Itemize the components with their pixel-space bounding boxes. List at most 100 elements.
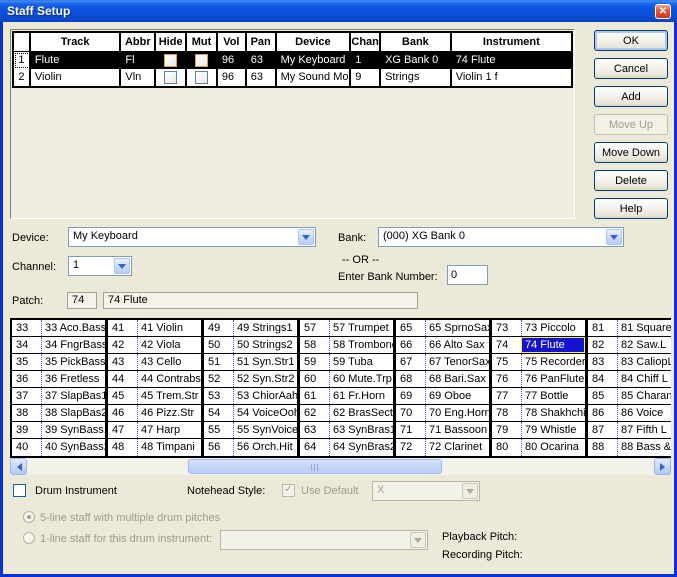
patch-name[interactable]: 41 Violin [137,320,201,336]
patch-number[interactable]: 63 [300,422,329,438]
cell-vol[interactable]: 96 [218,52,247,69]
patch-number[interactable]: 83 [588,354,617,370]
patch-item[interactable]: 4646 Pizz.Str [108,405,201,422]
bank-select[interactable]: (000) XG Bank 0 [378,227,624,247]
patch-number[interactable]: 62 [300,405,329,421]
patch-item[interactable]: 4747 Harp [108,422,201,439]
patch-name[interactable]: 42 Viola [137,337,201,353]
patch-item[interactable]: 3737 SlapBas1 [12,388,105,405]
patch-number[interactable]: 50 [204,337,233,353]
column-header-hide[interactable]: Hide [156,33,187,52]
patch-name[interactable]: 75 Recorder [521,354,585,370]
patch-item[interactable]: 6767 TenorSax [396,354,489,371]
patch-number[interactable]: 55 [204,422,233,438]
patch-item[interactable]: 6969 Oboe [396,388,489,405]
patch-name[interactable]: 52 Syn.Str2 [233,371,297,387]
patch-name[interactable]: 43 Cello [137,354,201,370]
patch-item[interactable]: 5151 Syn.Str1 [204,354,297,371]
patch-name[interactable]: 40 SynBass2 [41,439,105,456]
patch-item[interactable]: 4545 Trem.Str [108,388,201,405]
hide-checkbox-cell[interactable] [156,69,187,86]
hide-checkbox[interactable] [164,71,177,84]
patch-item[interactable]: 7979 Whistle [492,422,585,439]
patch-number[interactable]: 67 [396,354,425,370]
patch-item[interactable]: 8383 CaliopL [588,354,671,371]
patch-item[interactable]: 6060 Mute.Trp [300,371,393,388]
drum-instrument-checkbox[interactable] [13,484,26,497]
patch-item[interactable]: 5050 Strings2 [204,337,297,354]
chevron-down-icon[interactable] [114,258,130,274]
patch-name[interactable]: 84 Chiff L [617,371,671,387]
patch-name[interactable]: 33 Aco.Bass [41,320,105,336]
patch-item[interactable]: 6262 BrasSect [300,405,393,422]
patch-item[interactable]: 8282 Saw.L [588,337,671,354]
patch-number[interactable]: 86 [588,405,617,421]
patch-number[interactable]: 51 [204,354,233,370]
patch-item[interactable]: 6666 Alto Sax [396,337,489,354]
patch-name[interactable]: 48 Timpani [137,439,201,456]
scroll-right-button[interactable] [654,458,671,475]
patch-name[interactable]: 34 FngrBass [41,337,105,353]
patch-name[interactable]: 36 Fretless [41,371,105,387]
patch-number[interactable]: 52 [204,371,233,387]
patch-number[interactable]: 36 [12,371,41,387]
cell-device[interactable]: My Sound Mo [277,69,352,86]
patch-item[interactable]: 5252 Syn.Str2 [204,371,297,388]
patch-name[interactable]: 67 TenorSax [425,354,489,370]
device-select[interactable]: My Keyboard [68,227,316,247]
patch-name[interactable]: 83 CaliopL [617,354,671,370]
cell-chan[interactable]: 1 [351,52,381,69]
patch-number[interactable]: 43 [108,354,137,370]
patch-name[interactable]: 56 Orch.Hit [233,439,297,456]
column-header-bank[interactable]: Bank [381,33,452,52]
patch-name[interactable]: 76 PanFlute [521,371,585,387]
mut-checkbox-cell[interactable] [187,52,218,69]
close-button[interactable]: ✕ [655,4,671,19]
patch-number[interactable]: 78 [492,405,521,421]
patch-number[interactable]: 59 [300,354,329,370]
add-button[interactable]: Add [594,86,668,107]
patch-number[interactable]: 38 [12,405,41,421]
patch-item[interactable]: 4343 Cello [108,354,201,371]
mut-checkbox-cell[interactable] [187,69,218,86]
patch-item[interactable]: 4040 SynBass2 [12,439,105,456]
table-row[interactable]: 2ViolinVln9663My Sound Mo9StringsViolin … [14,69,571,86]
patch-item[interactable]: 3636 Fretless [12,371,105,388]
patch-number[interactable]: 74 [492,337,521,353]
patch-item[interactable]: 5959 Tuba [300,354,393,371]
patch-name[interactable]: 45 Trem.Str [137,388,201,404]
channel-select[interactable]: 1 [68,256,132,276]
patch-name[interactable]: 68 Bari.Sax [425,371,489,387]
patch-number[interactable]: 54 [204,405,233,421]
patch-number[interactable]: 49 [204,320,233,336]
patch-name[interactable]: 60 Mute.Trp [329,371,393,387]
patch-number[interactable]: 84 [588,371,617,387]
column-header-mut[interactable]: Mut [187,33,218,52]
patch-number[interactable]: 57 [300,320,329,336]
patch-number[interactable]: 45 [108,388,137,404]
patch-name-selected[interactable]: 74 Flute [521,337,585,353]
patch-name[interactable]: 58 Trombone [329,337,393,353]
patch-name[interactable]: 47 Harp [137,422,201,438]
patch-name[interactable]: 73 Piccolo [521,320,585,336]
cell-vol[interactable]: 96 [218,69,247,86]
patch-name[interactable]: 81 Square [617,320,671,336]
patch-number[interactable]: 46 [108,405,137,421]
patch-number[interactable]: 44 [108,371,137,387]
patch-grid[interactable]: 3333 Aco.Bass3434 FngrBass3535 PickBass3… [10,318,671,458]
help-button[interactable]: Help [594,198,668,219]
column-header-track[interactable]: Track [31,33,122,52]
patch-grid-hscrollbar[interactable] [10,458,671,475]
patch-item[interactable]: 6363 SynBras1 [300,422,393,439]
patch-number[interactable]: 73 [492,320,521,336]
patch-name[interactable]: 69 Oboe [425,388,489,404]
cell-device[interactable]: My Keyboard [277,52,352,69]
patch-number[interactable]: 72 [396,439,425,456]
patch-number[interactable]: 48 [108,439,137,456]
scrollbar-thumb[interactable] [188,459,442,474]
patch-item[interactable]: 5454 VoiceOoh [204,405,297,422]
patch-item[interactable]: 6464 SynBras2 [300,439,393,456]
patch-item[interactable]: 7272 Clarinet [396,439,489,456]
patch-number[interactable]: 81 [588,320,617,336]
patch-number[interactable]: 47 [108,422,137,438]
